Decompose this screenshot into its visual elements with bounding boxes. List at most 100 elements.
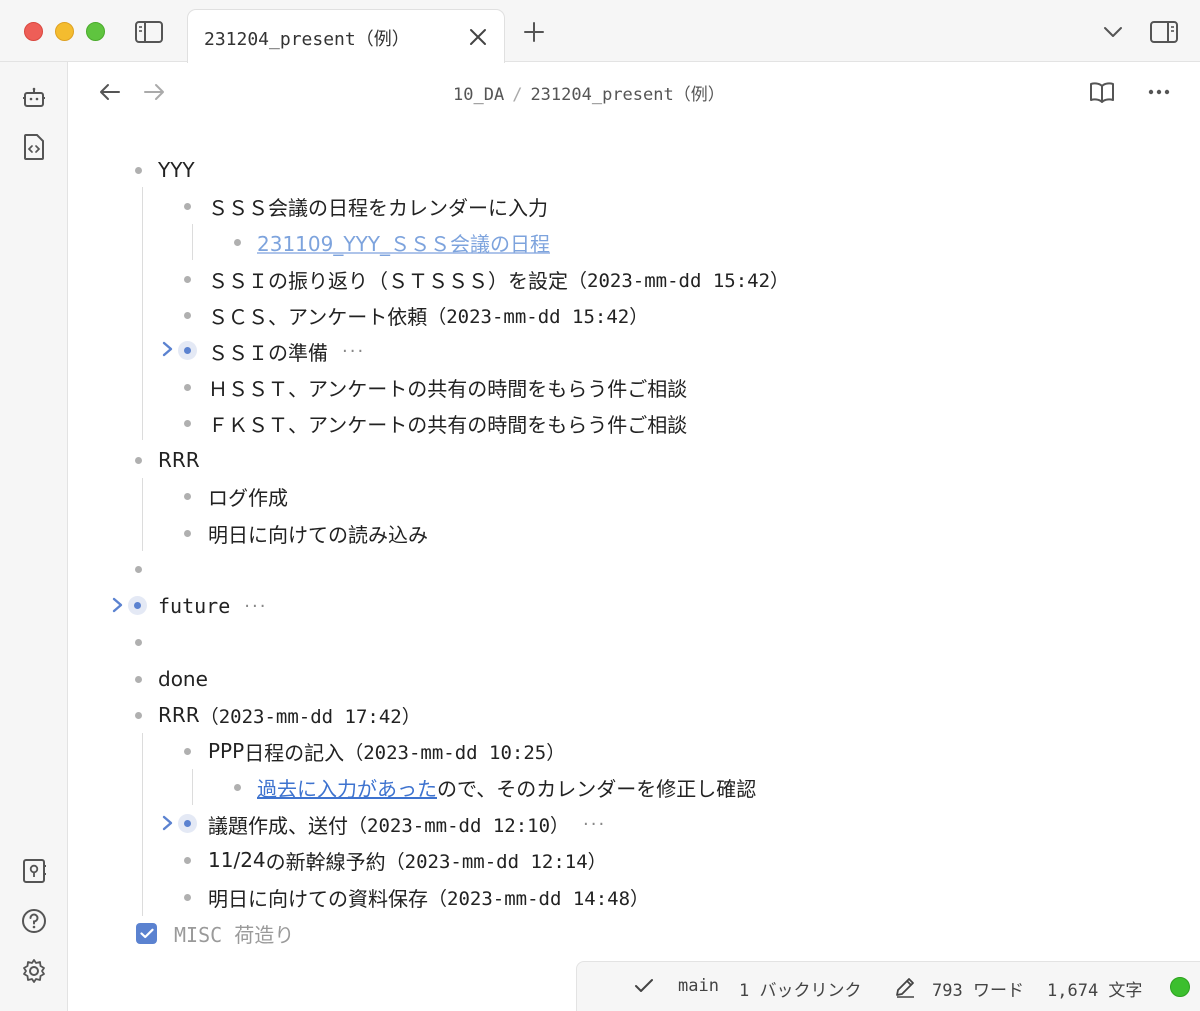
- list-item[interactable]: ＳＳＩの振り返り（ＳＴＳＳＳ）を設定 （2023-mm-dd 15:42）: [208, 263, 789, 295]
- timestamp: （2023-mm-dd 12:10）: [348, 814, 570, 837]
- list-item[interactable]: RRR （2023-mm-dd 17:42）: [158, 699, 421, 731]
- robot-icon[interactable]: [20, 84, 48, 112]
- breadcrumb-separator: /: [512, 85, 523, 105]
- collapsed-ellipsis[interactable]: ···: [583, 814, 606, 835]
- settings-gear-icon[interactable]: [20, 957, 48, 985]
- list-item-text: ＳＳＳ会議の日程をカレンダーに入力: [208, 195, 548, 220]
- right-sidebar-toggle-icon[interactable]: [1148, 19, 1180, 45]
- indent-guide: [192, 224, 193, 260]
- bullet[interactable]: [135, 167, 142, 174]
- indent-guide: [142, 478, 143, 551]
- list-item[interactable]: YYY: [158, 154, 195, 186]
- list-item-text: ＳＳＩの振り返り（ＳＴＳＳＳ）を設定: [208, 268, 568, 293]
- left-sidebar-toggle-icon[interactable]: [134, 19, 164, 45]
- bullet[interactable]: [184, 857, 191, 864]
- collapsed-bullet[interactable]: [178, 341, 197, 360]
- character-count: 1,674 文字: [1047, 981, 1143, 1001]
- list-item[interactable]: 明日に向けての資料保存 （2023-mm-dd 14:48）: [208, 881, 649, 913]
- bullet[interactable]: [184, 203, 191, 210]
- list-item[interactable]: 過去に入力があった ので、そのカレンダーを修正し確認: [257, 771, 756, 803]
- list-item-text: ＨＳＳＴ、アンケートの共有の時間をもらう件ご相談: [208, 376, 688, 401]
- indent-guide: [142, 187, 143, 440]
- list-item[interactable]: 231109_YYY_ＳＳＳ会議の日程: [257, 226, 550, 258]
- list-item[interactable]: 明日に向けての読み込み: [208, 517, 428, 549]
- list-item[interactable]: ログ作成: [208, 480, 288, 512]
- list-item[interactable]: done: [158, 663, 208, 695]
- bullet[interactable]: [234, 239, 241, 246]
- bullet[interactable]: [184, 493, 191, 500]
- git-branch[interactable]: main: [678, 976, 719, 996]
- list-item-text: ので、そのカレンダーを修正し確認: [437, 776, 757, 801]
- breadcrumb-folder[interactable]: 10_DA: [453, 85, 504, 105]
- bullet[interactable]: [184, 276, 191, 283]
- list-item[interactable]: ＳＣＳ、アンケート依頼 （2023-mm-dd 15:42）: [208, 299, 648, 331]
- bullet[interactable]: [184, 748, 191, 755]
- tab-title: 231204_present（例）: [204, 29, 410, 50]
- tab-list-chevron-down-icon[interactable]: [1100, 20, 1126, 44]
- list-item-text: 明日に向けての資料保存: [208, 886, 428, 911]
- collapsed-bullet[interactable]: [178, 814, 197, 833]
- list-item-text: ＳＣＳ、アンケート依頼: [208, 304, 428, 329]
- list-item-text: ログ作成: [208, 485, 288, 510]
- list-item-text: YYY: [158, 158, 195, 182]
- list-item[interactable]: ＨＳＳＴ、アンケートの共有の時間をもらう件ご相談: [208, 371, 687, 403]
- internal-link[interactable]: 過去に入力があった: [257, 773, 437, 802]
- minimize-window-button[interactable]: [55, 22, 74, 41]
- list-item[interactable]: future ···: [158, 590, 267, 622]
- breadcrumb-file[interactable]: 231204_present（例）: [530, 85, 724, 105]
- list-item[interactable]: 議題作成、送付 （2023-mm-dd 12:10） ···: [208, 808, 606, 840]
- list-item[interactable]: 11/24 の新幹線予約 （2023-mm-dd 12:14）: [208, 844, 607, 876]
- list-item-text: 日程の記入: [244, 740, 345, 765]
- list-item[interactable]: ＳＳＩの準備 ···: [208, 335, 365, 367]
- collapse-chevron-right-icon[interactable]: [112, 597, 124, 617]
- list-item[interactable]: ＦＫＳＴ、アンケートの共有の時間をもらう件ご相談: [208, 407, 687, 439]
- status-bar: main 1 バックリンク 793 ワード 1,674 文字: [576, 961, 1200, 1011]
- tab-active[interactable]: 231204_present（例）: [187, 9, 505, 63]
- task-text: MISC 荷造り: [174, 922, 295, 947]
- task-item[interactable]: MISC 荷造り: [174, 917, 294, 949]
- indent-guide: [192, 769, 193, 805]
- internal-link[interactable]: 231109_YYY_ＳＳＳ会議の日程: [257, 228, 550, 257]
- collapsed-bullet[interactable]: [128, 596, 147, 615]
- word-count: 793 ワード: [932, 981, 1024, 1001]
- empty-bullet[interactable]: [135, 566, 142, 573]
- forward-arrow-icon[interactable]: [141, 79, 167, 105]
- reading-view-book-icon[interactable]: [1088, 79, 1116, 105]
- bullet[interactable]: [184, 312, 191, 319]
- bullet[interactable]: [135, 676, 142, 683]
- task-checkbox-checked[interactable]: [136, 923, 157, 944]
- bullet[interactable]: [135, 712, 142, 719]
- close-window-button[interactable]: [24, 22, 43, 41]
- zoom-window-button[interactable]: [86, 22, 105, 41]
- list-item[interactable]: RRR: [158, 444, 200, 476]
- list-item-text: ＳＳＩの準備: [208, 340, 328, 365]
- timestamp: （2023-mm-dd 12:14）: [385, 850, 607, 873]
- collapse-chevron-right-icon[interactable]: [162, 815, 174, 835]
- list-item-text: の新幹線予約: [265, 849, 386, 874]
- code-file-icon[interactable]: [20, 133, 48, 161]
- new-tab-icon[interactable]: [521, 19, 547, 45]
- timestamp: （2023-mm-dd 10:25）: [344, 741, 566, 764]
- bullet[interactable]: [184, 384, 191, 391]
- back-arrow-icon[interactable]: [97, 79, 123, 105]
- timestamp: （2023-mm-dd 14:48）: [428, 887, 650, 910]
- sync-check-icon[interactable]: [633, 976, 655, 996]
- bullet[interactable]: [184, 420, 191, 427]
- edit-pencil-icon[interactable]: [893, 975, 917, 999]
- bullet[interactable]: [184, 530, 191, 537]
- collapsed-ellipsis[interactable]: ···: [342, 341, 365, 362]
- backlink-count[interactable]: 1 バックリンク: [739, 976, 861, 1001]
- more-options-icon[interactable]: [1145, 80, 1173, 104]
- bullet[interactable]: [135, 457, 142, 464]
- collapse-chevron-right-icon[interactable]: [162, 341, 174, 361]
- close-tab-icon[interactable]: [466, 25, 490, 49]
- vault-switch-icon[interactable]: [20, 857, 48, 885]
- collapsed-ellipsis[interactable]: ···: [244, 596, 267, 617]
- bullet[interactable]: [184, 894, 191, 901]
- empty-bullet[interactable]: [135, 639, 142, 646]
- bullet[interactable]: [234, 784, 241, 791]
- help-icon[interactable]: [20, 907, 48, 935]
- list-item[interactable]: ＳＳＳ会議の日程をカレンダーに入力: [208, 190, 548, 222]
- sync-status-indicator[interactable]: [1170, 977, 1190, 997]
- list-item[interactable]: PPP 日程の記入 （2023-mm-dd 10:25）: [208, 735, 565, 767]
